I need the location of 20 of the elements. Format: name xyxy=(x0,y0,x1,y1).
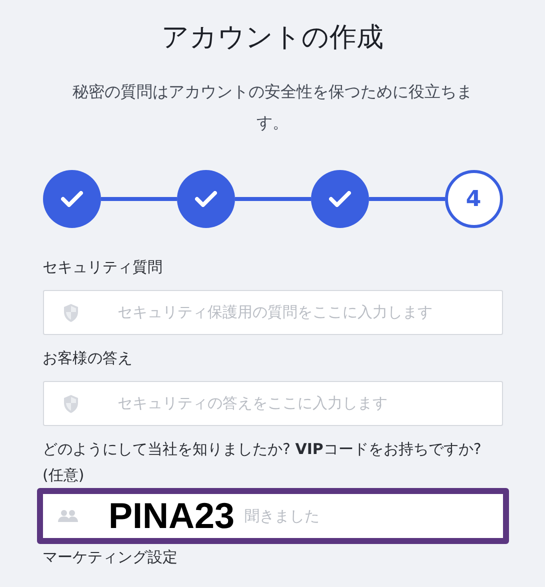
placeholder-text: 聞きました xyxy=(244,506,320,527)
field-label: セキュリティ質問 xyxy=(42,257,164,278)
page-title: アカウントの作成 xyxy=(162,21,384,55)
check-icon xyxy=(60,191,82,207)
code-text: PINA23 xyxy=(108,498,235,534)
step-current: 4 xyxy=(444,170,502,228)
check-icon xyxy=(328,191,350,207)
placeholder-text: セキュリティの答えをここに入力します xyxy=(118,393,388,414)
shield-icon xyxy=(62,394,80,414)
field-label: お客様の答え xyxy=(42,348,134,369)
placeholder-text: セキュリティ保護用の質問をここに入力します xyxy=(118,302,432,324)
subtitle: 秘密の質問はアカウントの安全性を保つために役立ちます。 xyxy=(72,81,474,134)
input-field[interactable]: セキュリティの答えをここに入力します xyxy=(42,381,502,426)
people-icon xyxy=(56,509,78,523)
section-label: マーケティング設定 xyxy=(42,547,178,568)
field-label: どのようにして当社を知りましたか? VIPコードをお持ちですか? (任意) xyxy=(42,439,482,486)
input-field[interactable]: セキュリティ保護用の質問をここに入力します xyxy=(42,290,502,335)
input-field[interactable]: PINA23 聞きました xyxy=(36,488,508,544)
shield-icon xyxy=(62,302,80,322)
check-icon xyxy=(194,191,216,207)
